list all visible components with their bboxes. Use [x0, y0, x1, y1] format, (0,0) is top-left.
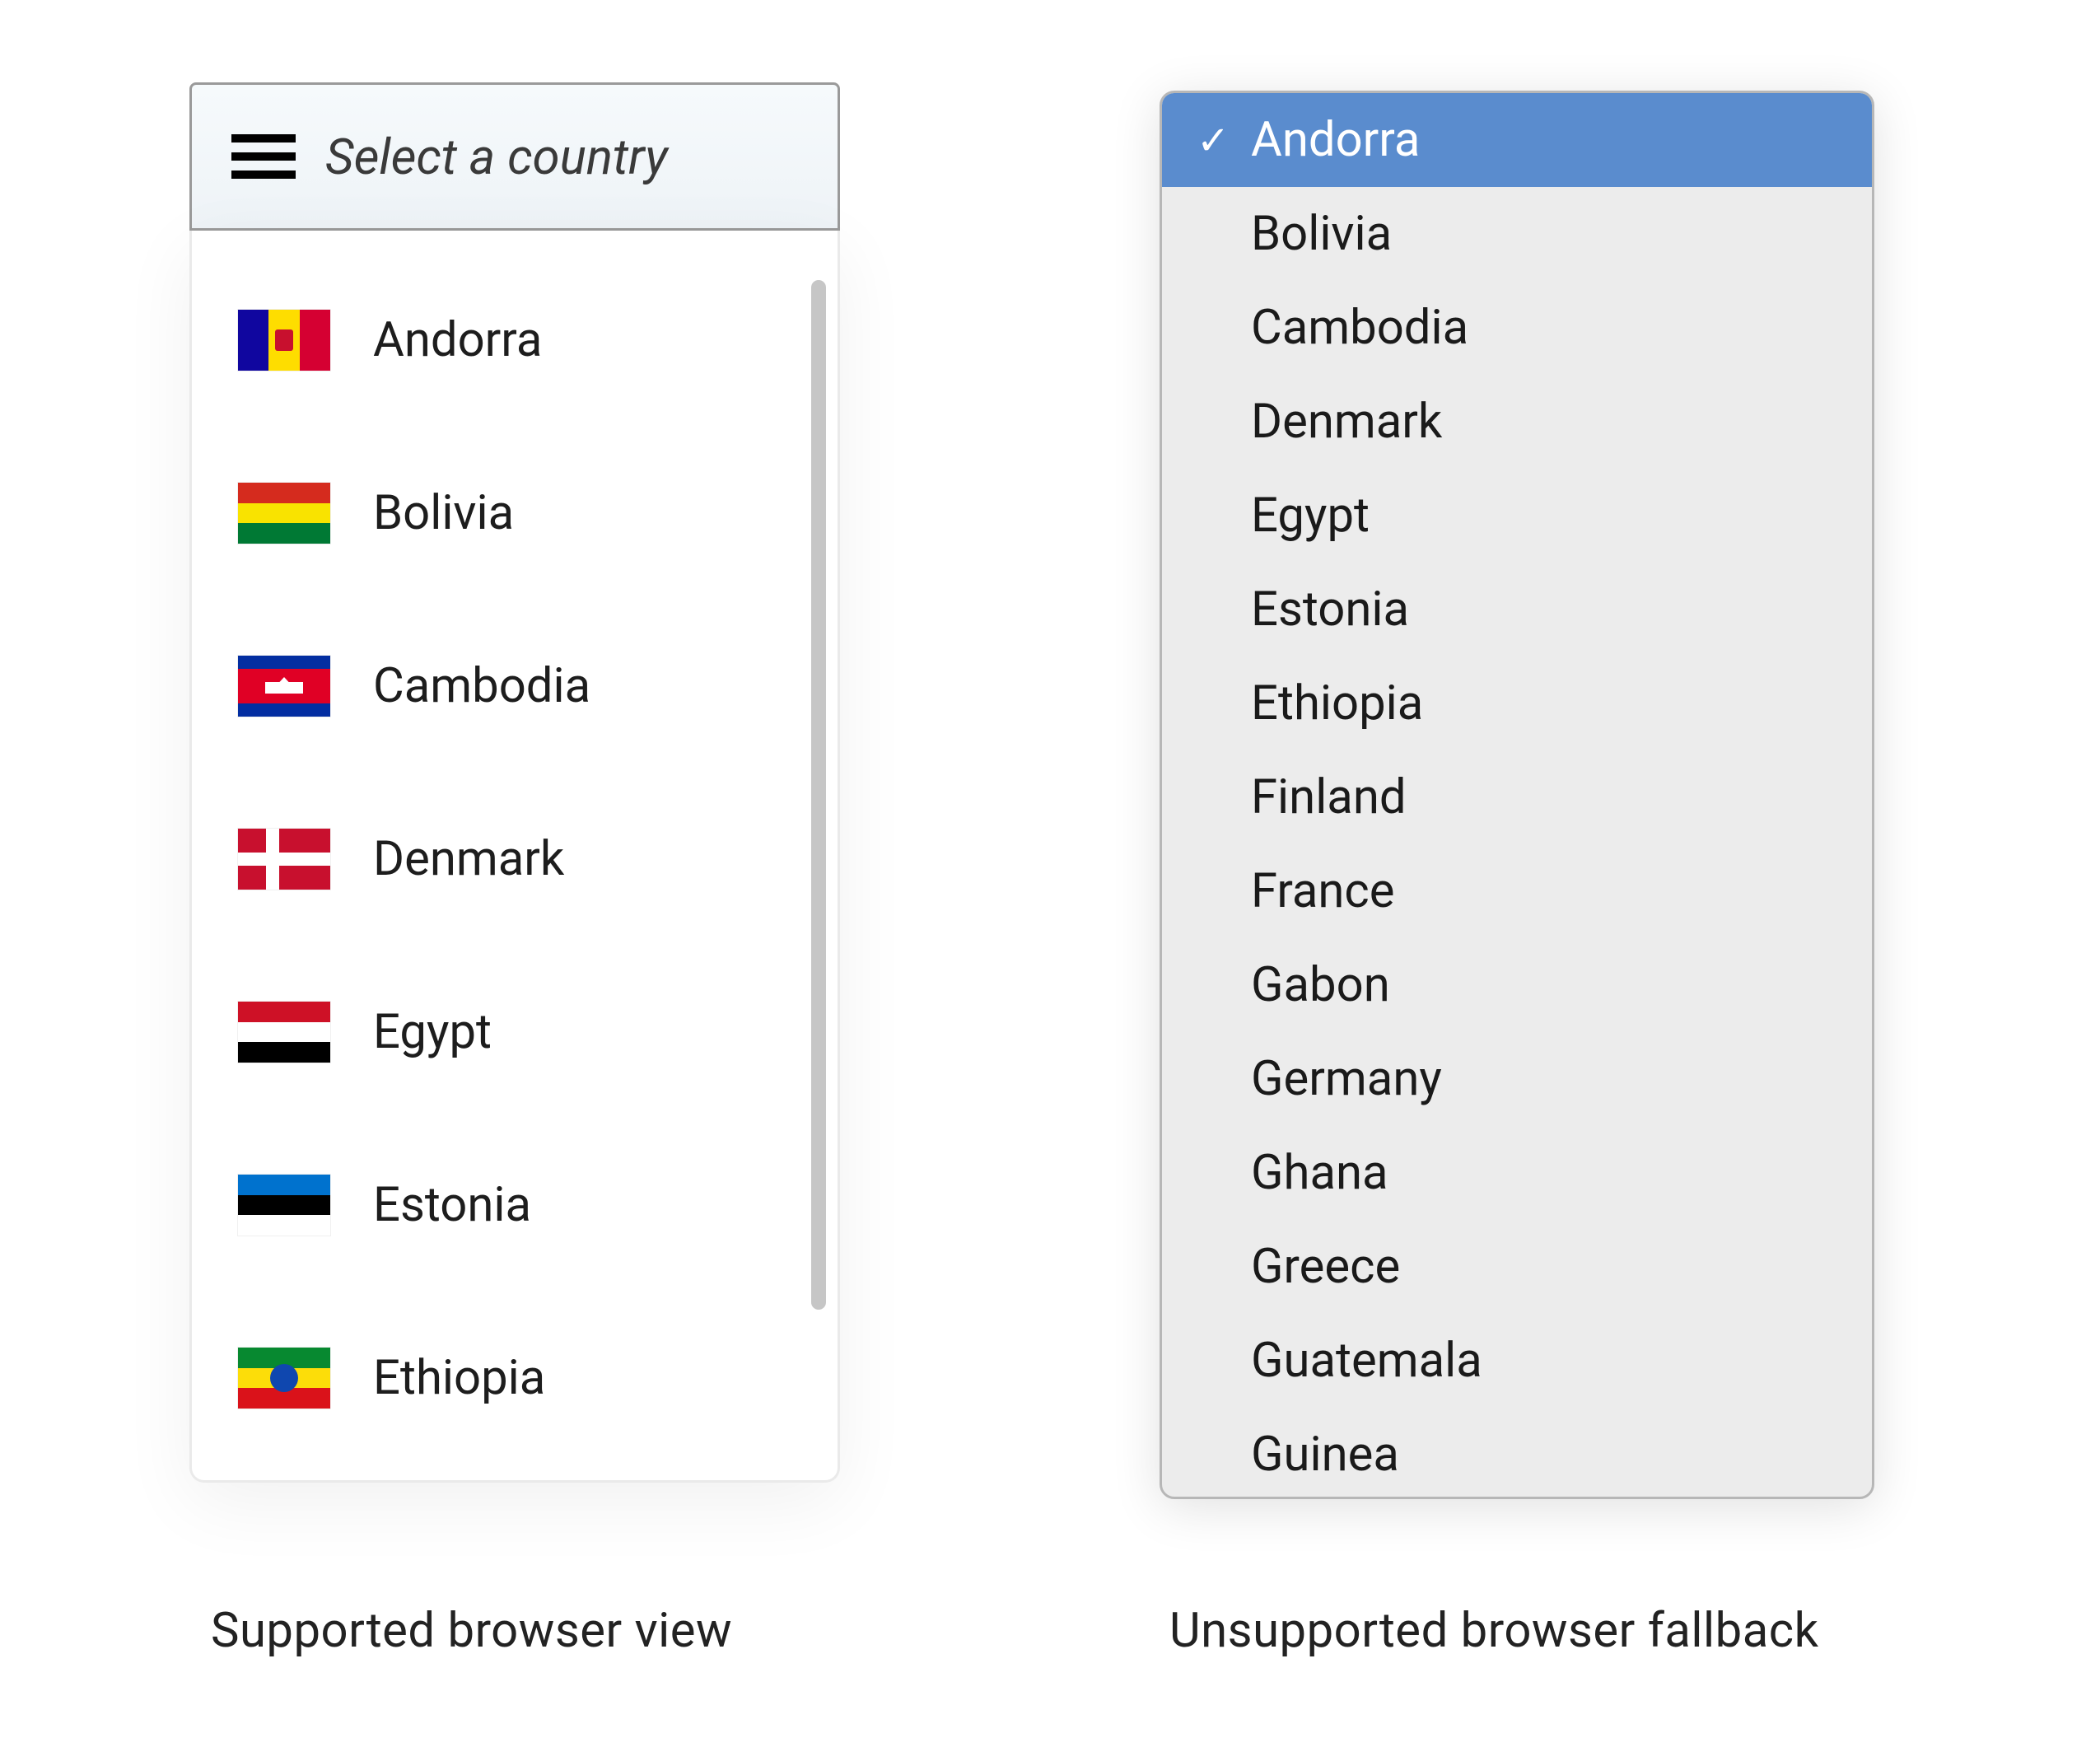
custom-select-listbox: Andorra Bolivia Cambodia Denmark Egypt: [189, 231, 840, 1483]
flag-icon-andorra: [238, 310, 330, 371]
flag-icon-bolivia: [238, 483, 330, 544]
custom-select-placeholder: Select a country: [325, 128, 668, 186]
native-option-bolivia[interactable]: ✓ Bolivia: [1162, 187, 1872, 281]
custom-option-estonia[interactable]: Estonia: [238, 1119, 838, 1292]
native-option-label: Egypt: [1251, 488, 1370, 544]
custom-option-egypt[interactable]: Egypt: [238, 946, 838, 1119]
custom-option-label: Egypt: [373, 1004, 492, 1060]
native-select-popup: ✓ Andorra ✓ Bolivia ✓ Cambodia ✓ Denmark…: [1160, 91, 1874, 1499]
native-option-label: Denmark: [1251, 394, 1442, 450]
native-option-gabon[interactable]: ✓ Gabon: [1162, 938, 1872, 1032]
native-option-label: Finland: [1251, 769, 1407, 825]
custom-option-label: Bolivia: [373, 485, 514, 541]
native-option-label: Ethiopia: [1251, 675, 1423, 731]
native-option-andorra[interactable]: ✓ Andorra: [1162, 93, 1872, 187]
native-option-ghana[interactable]: ✓ Ghana: [1162, 1126, 1872, 1220]
custom-option-label: Ethiopia: [373, 1350, 545, 1406]
native-option-label: Guinea: [1251, 1427, 1399, 1483]
native-option-label: Cambodia: [1251, 300, 1468, 356]
native-option-label: Greece: [1251, 1239, 1400, 1295]
custom-option-andorra[interactable]: Andorra: [238, 254, 838, 427]
custom-option-label: Denmark: [373, 831, 564, 887]
custom-select-trigger[interactable]: Select a country: [189, 82, 840, 231]
native-option-guatemala[interactable]: ✓ Guatemala: [1162, 1314, 1872, 1408]
native-option-egypt[interactable]: ✓ Egypt: [1162, 469, 1872, 563]
flag-icon-ethiopia: [238, 1348, 330, 1409]
native-option-guinea[interactable]: ✓ Guinea: [1162, 1408, 1872, 1499]
flag-icon-estonia: [238, 1175, 330, 1236]
scrollbar[interactable]: [811, 280, 826, 1310]
native-option-label: Ghana: [1251, 1145, 1388, 1201]
native-option-label: Gabon: [1251, 957, 1390, 1013]
native-option-denmark[interactable]: ✓ Denmark: [1162, 375, 1872, 469]
checkmark-icon: ✓: [1197, 117, 1230, 164]
native-option-finland[interactable]: ✓ Finland: [1162, 750, 1872, 844]
custom-option-cambodia[interactable]: Cambodia: [238, 600, 838, 773]
custom-option-denmark[interactable]: Denmark: [238, 773, 838, 946]
native-option-estonia[interactable]: ✓ Estonia: [1162, 563, 1872, 656]
custom-option-ethiopia[interactable]: Ethiopia: [238, 1292, 838, 1465]
flag-icon-egypt: [238, 1002, 330, 1063]
native-option-label: Andorra: [1251, 112, 1420, 168]
flag-icon-cambodia: [238, 656, 330, 717]
hamburger-icon: [231, 134, 296, 179]
custom-option-label: Andorra: [373, 312, 542, 368]
custom-select-option-list: Andorra Bolivia Cambodia Denmark Egypt: [192, 231, 838, 1483]
native-option-label: France: [1251, 863, 1395, 919]
native-option-label: Bolivia: [1251, 206, 1392, 262]
native-option-cambodia[interactable]: ✓ Cambodia: [1162, 281, 1872, 375]
native-option-label: Germany: [1251, 1051, 1442, 1107]
caption-supported: Supported browser view: [211, 1603, 732, 1659]
native-option-greece[interactable]: ✓ Greece: [1162, 1220, 1872, 1314]
custom-option-bolivia[interactable]: Bolivia: [238, 427, 838, 600]
flag-icon-denmark: [238, 829, 330, 890]
comparison-figure: Select a country Andorra Bolivia Cambodi…: [0, 0, 2100, 1752]
custom-option-label: Estonia: [373, 1177, 531, 1233]
native-option-germany[interactable]: ✓ Germany: [1162, 1032, 1872, 1126]
caption-unsupported: Unsupported browser fallback: [1169, 1603, 1819, 1659]
custom-select-panel: Select a country Andorra Bolivia Cambodi…: [189, 82, 840, 1483]
native-option-label: Estonia: [1251, 582, 1409, 638]
native-option-ethiopia[interactable]: ✓ Ethiopia: [1162, 656, 1872, 750]
native-option-label: Guatemala: [1251, 1333, 1482, 1389]
native-option-france[interactable]: ✓ France: [1162, 844, 1872, 938]
custom-option-label: Cambodia: [373, 658, 590, 714]
